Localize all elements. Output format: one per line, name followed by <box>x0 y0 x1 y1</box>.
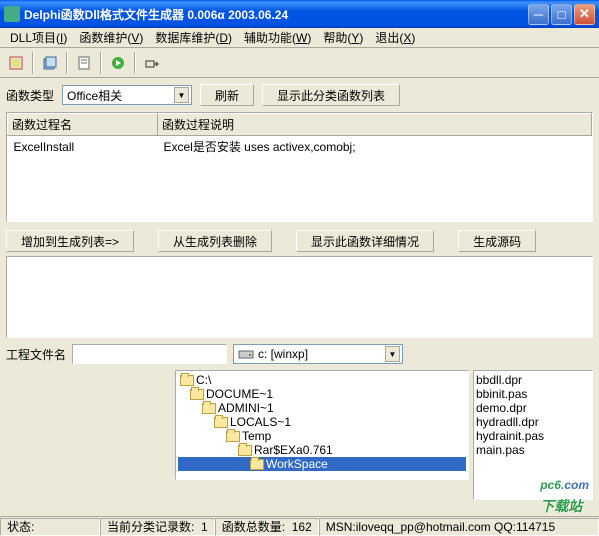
action-row: 增加到生成列表=> 从生成列表删除 显示此函数详细情况 生成源码 <box>0 222 599 256</box>
show-detail-button[interactable]: 显示此函数详细情况 <box>296 230 434 252</box>
window-title: Delphi函数Dll格式文件生成器 0.006α 2003.06.24 <box>24 6 526 23</box>
menu-aux[interactable]: 辅助功能(W) <box>238 27 317 48</box>
dropdown-arrow-icon: ▼ <box>174 87 189 103</box>
maximize-button[interactable]: □ <box>551 4 572 25</box>
tree-item[interactable]: DOCUME~1 <box>178 387 466 401</box>
status-category-count: 当前分类记录数: 1 <box>100 518 215 536</box>
titlebar: Delphi函数Dll格式文件生成器 0.006α 2003.06.24 ─ □… <box>0 0 599 28</box>
tree-item[interactable]: ADMINI~1 <box>178 401 466 415</box>
tree-item-selected[interactable]: WorkSpace <box>178 457 466 471</box>
menubar: DLL项目(I) 函数维护(V) 数据库维护(D) 辅助功能(W) 帮助(Y) … <box>0 28 599 48</box>
drive-combo[interactable]: c: [winxp] ▼ <box>233 344 403 364</box>
combo-value: Office相关 <box>67 87 174 104</box>
toolbar-btn-1[interactable] <box>4 51 28 75</box>
list-item[interactable]: demo.dpr <box>476 401 590 415</box>
menu-exit[interactable]: 退出(X) <box>369 27 421 48</box>
menu-dll-project[interactable]: DLL项目(I) <box>4 27 73 48</box>
toolbar-btn-3[interactable] <box>72 51 96 75</box>
function-type-label: 函数类型 <box>6 87 54 104</box>
file-list[interactable]: bbdll.dpr bbinit.pas demo.dpr hydradll.d… <box>473 370 593 500</box>
toolbar-btn-4[interactable] <box>106 51 130 75</box>
cell-name: ExcelInstall <box>8 136 158 158</box>
col-function-name[interactable]: 函数过程名 <box>8 114 158 136</box>
project-file-row: 工程文件名 c: [winxp] ▼ <box>0 338 599 370</box>
toolbar-separator <box>32 52 34 74</box>
statusbar: 状态: 当前分类记录数: 1 函数总数量: 162 MSN:iloveqq_pp… <box>0 516 599 536</box>
folder-open-icon <box>202 403 216 414</box>
list-item[interactable]: bbinit.pas <box>476 387 590 401</box>
list-item[interactable]: main.pas <box>476 443 590 457</box>
table-row[interactable]: ExcelInstall Excel是否安装 uses activex,como… <box>8 136 592 158</box>
close-button[interactable]: ✕ <box>574 4 595 25</box>
toolbar <box>0 48 599 78</box>
menu-function-maint[interactable]: 函数维护(V) <box>73 27 149 48</box>
list-item[interactable]: hydrainit.pas <box>476 429 590 443</box>
toolbar-separator <box>66 52 68 74</box>
folder-open-icon <box>180 375 194 386</box>
minimize-button[interactable]: ─ <box>528 4 549 25</box>
function-table[interactable]: 函数过程名 函数过程说明 ExcelInstall Excel是否安装 uses… <box>6 112 593 222</box>
toolbar-separator <box>134 52 136 74</box>
file-panel: C:\ DOCUME~1 ADMINI~1 LOCALS~1 Temp Rar$… <box>0 370 599 500</box>
col-function-desc[interactable]: 函数过程说明 <box>158 114 592 136</box>
directory-tree[interactable]: C:\ DOCUME~1 ADMINI~1 LOCALS~1 Temp Rar$… <box>175 370 469 480</box>
folder-open-icon <box>226 431 240 442</box>
project-file-label: 工程文件名 <box>6 346 66 363</box>
list-item[interactable]: hydradll.dpr <box>476 415 590 429</box>
toolbar-separator <box>100 52 102 74</box>
status-state: 状态: <box>0 518 100 536</box>
drive-value: c: [winxp] <box>258 347 385 361</box>
refresh-button[interactable]: 刷新 <box>200 84 254 106</box>
menu-db-maint[interactable]: 数据库维护(D) <box>149 27 238 48</box>
tree-item[interactable]: Rar$EXa0.761 <box>178 443 466 457</box>
show-category-list-button[interactable]: 显示此分类函数列表 <box>262 84 400 106</box>
drive-icon <box>238 348 254 360</box>
function-type-combo[interactable]: Office相关 ▼ <box>62 85 192 105</box>
tree-item[interactable]: C:\ <box>178 373 466 387</box>
tree-item[interactable]: Temp <box>178 429 466 443</box>
toolbar-btn-5[interactable] <box>140 51 164 75</box>
cell-desc: Excel是否安装 uses activex,comobj; <box>158 136 592 158</box>
dropdown-arrow-icon: ▼ <box>385 346 400 362</box>
status-total-count: 函数总数量: 162 <box>215 518 319 536</box>
folder-open-icon <box>214 417 228 428</box>
toolbar-btn-2[interactable] <box>38 51 62 75</box>
tree-item[interactable]: LOCALS~1 <box>178 415 466 429</box>
remove-from-list-button[interactable]: 从生成列表删除 <box>158 230 272 252</box>
app-icon <box>4 6 20 22</box>
output-textarea[interactable] <box>6 256 593 338</box>
project-file-input[interactable] <box>72 344 227 364</box>
folder-open-icon <box>190 389 204 400</box>
menu-help[interactable]: 帮助(Y) <box>317 27 369 48</box>
list-item[interactable]: bbdll.dpr <box>476 373 590 387</box>
generate-source-button[interactable]: 生成源码 <box>458 230 536 252</box>
folder-open-icon <box>250 459 264 470</box>
filter-row: 函数类型 Office相关 ▼ 刷新 显示此分类函数列表 <box>0 78 599 112</box>
status-contact: MSN:iloveqq_pp@hotmail.com QQ:114715 <box>319 518 599 536</box>
folder-open-icon <box>238 445 252 456</box>
add-to-list-button[interactable]: 增加到生成列表=> <box>6 230 134 252</box>
